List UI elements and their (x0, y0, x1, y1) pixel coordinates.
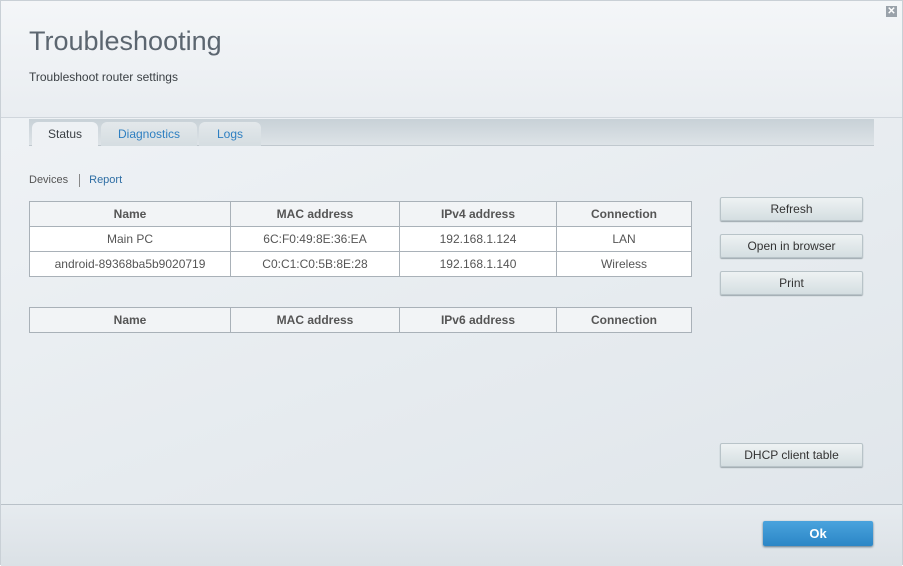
column-header: Name (29, 307, 231, 333)
tab-status[interactable]: Status (32, 122, 98, 147)
column-header: IPv6 address (399, 307, 557, 333)
table-header-row: Name MAC address IPv4 address Connection (29, 201, 692, 227)
cell: 192.168.1.124 (399, 226, 557, 252)
column-header: MAC address (230, 307, 400, 333)
dialog-header: Troubleshooting Troubleshoot router sett… (1, 1, 902, 118)
column-header: Connection (556, 201, 692, 227)
cell: android-89368ba5b9020719 (29, 251, 231, 277)
divider (79, 174, 81, 187)
cell: LAN (556, 226, 692, 252)
cell: Wireless (556, 251, 692, 277)
sub-navigation: Devices Report (29, 174, 122, 187)
tab-diagnostics[interactable]: Diagnostics (101, 122, 197, 146)
cell: C0:C1:C0:5B:8E:28 (230, 251, 400, 277)
table-row: android-89368ba5b9020719 C0:C1:C0:5B:8E:… (29, 251, 692, 277)
column-header: Name (29, 201, 231, 227)
ipv4-devices-table: Name MAC address IPv4 address Connection… (29, 201, 692, 277)
cell: Main PC (29, 226, 231, 252)
tab-logs[interactable]: Logs (199, 122, 261, 146)
ipv6-devices-table: Name MAC address IPv6 address Connection (29, 307, 692, 333)
table-row: Main PC 6C:F0:49:8E:36:EA 192.168.1.124 … (29, 226, 692, 252)
tab-bar: Status Diagnostics Logs (29, 119, 874, 147)
refresh-button[interactable]: Refresh (720, 197, 863, 221)
column-header: Connection (556, 307, 692, 333)
close-icon[interactable]: ✕ (886, 6, 897, 17)
cell: 192.168.1.140 (399, 251, 557, 277)
devices-link[interactable]: Devices (29, 174, 68, 186)
print-button[interactable]: Print (720, 271, 863, 295)
page-title: Troubleshooting (29, 26, 222, 56)
troubleshooting-dialog: Troubleshooting Troubleshoot router sett… (0, 0, 903, 566)
ok-button[interactable]: Ok (763, 521, 873, 546)
cell: 6C:F0:49:8E:36:EA (230, 226, 400, 252)
column-header: IPv4 address (399, 201, 557, 227)
open-in-browser-button[interactable]: Open in browser (720, 234, 863, 258)
column-header: MAC address (230, 201, 400, 227)
dhcp-client-table-button[interactable]: DHCP client table (720, 443, 863, 467)
page-subtitle: Troubleshoot router settings (29, 70, 178, 84)
table-header-row: Name MAC address IPv6 address Connection (29, 307, 692, 333)
report-link[interactable]: Report (89, 174, 122, 186)
